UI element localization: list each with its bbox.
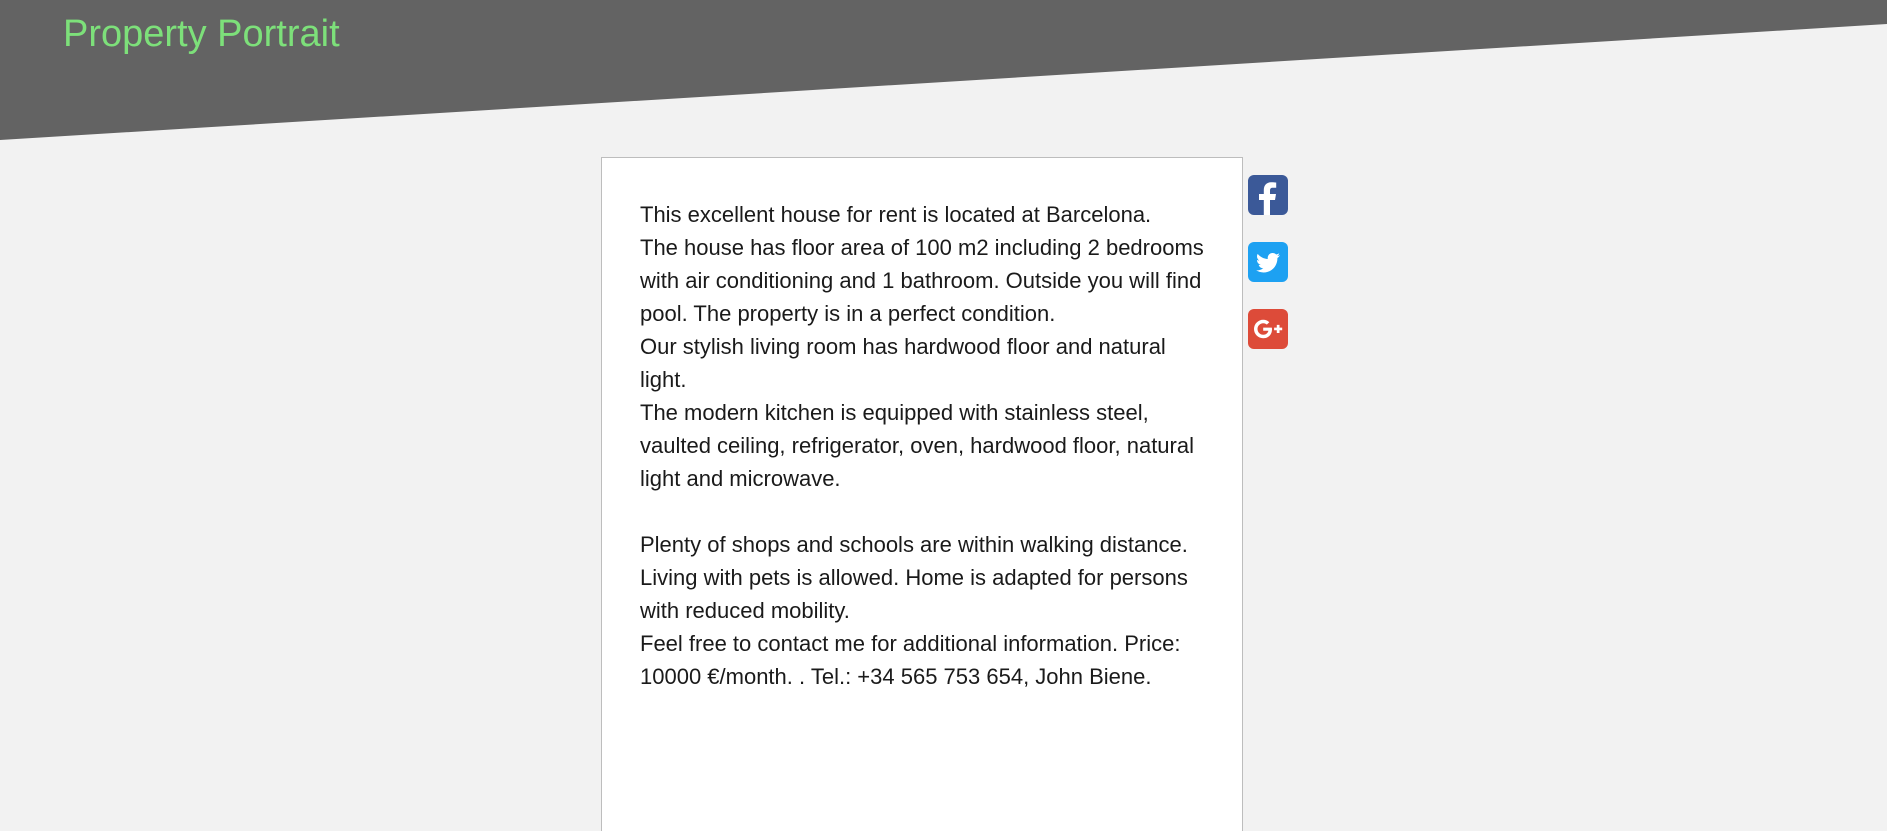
description-paragraph: The house has floor area of 100 m2 inclu… [640, 235, 1204, 326]
listing-description: This excellent house for rent is located… [640, 198, 1215, 693]
social-share-bar [1248, 175, 1288, 376]
google-plus-icon [1254, 319, 1283, 339]
description-paragraph: The modern kitchen is equipped with stai… [640, 400, 1194, 491]
google-plus-share-button[interactable] [1248, 309, 1288, 349]
listing-card: This excellent house for rent is located… [601, 157, 1243, 831]
facebook-icon [1259, 182, 1277, 215]
description-paragraph: This excellent house for rent is located… [640, 202, 1152, 227]
twitter-share-button[interactable] [1248, 242, 1288, 282]
page: Property Portrait This excellent house f… [0, 0, 1887, 831]
description-paragraph: Our stylish living room has hardwood flo… [640, 334, 1166, 392]
description-paragraph: Plenty of shops and schools are within w… [640, 532, 1188, 557]
site-title[interactable]: Property Portrait [63, 11, 340, 57]
description-paragraph: Living with pets is allowed. Home is ada… [640, 565, 1188, 623]
facebook-share-button[interactable] [1248, 175, 1288, 215]
twitter-icon [1256, 253, 1280, 273]
description-paragraph: Feel free to contact me for additional i… [640, 631, 1181, 689]
